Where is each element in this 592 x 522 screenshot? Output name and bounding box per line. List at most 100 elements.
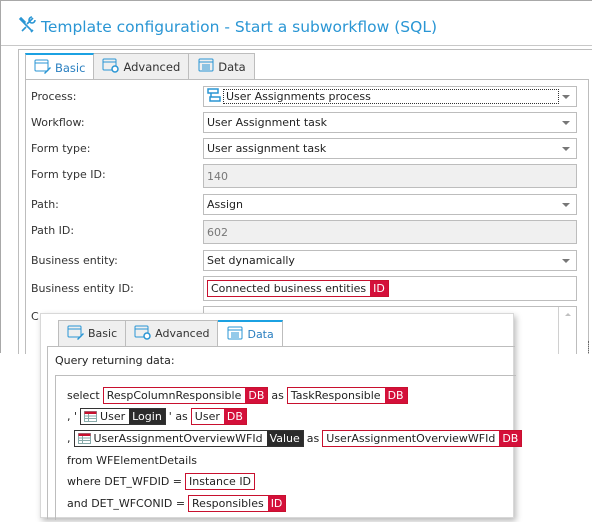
form-edit-icon — [67, 325, 85, 343]
form-type-select[interactable]: User assignment task — [203, 138, 577, 159]
tab-advanced[interactable]: Advanced — [126, 320, 219, 346]
tag-text: UserAssignmentOverviewWFId — [93, 431, 263, 445]
tab-basic[interactable]: Basic — [58, 320, 127, 346]
tab-advanced[interactable]: Advanced — [94, 53, 190, 79]
query-line-2: , ' User Login ' as User DB — [67, 407, 247, 425]
query-line-1: select RespColumnResponsible DB as TaskR… — [67, 386, 408, 404]
business-entity-id-field[interactable]: Connected business entities ID — [203, 276, 577, 301]
template-configuration-window: Template configuration - Start a subwork… — [0, 0, 592, 354]
business-entity-label: Business entity: — [31, 254, 118, 267]
tag-badge: Value — [266, 430, 303, 446]
tab-data[interactable]: Data — [218, 320, 283, 347]
form-type-id-field: 140 — [203, 164, 577, 188]
sql-text: and DET_WFCONID = — [67, 496, 186, 510]
variable-tag[interactable]: RespColumnResponsible DB — [102, 386, 269, 404]
form-type-id-label: Form type ID: — [31, 168, 106, 181]
tag-badge: DB — [223, 408, 246, 424]
query-line-5: where DET_WFDID = Instance ID — [67, 472, 256, 490]
chevron-down-icon[interactable] — [562, 121, 570, 125]
sql-text: , ' — [67, 409, 78, 423]
tab-basic[interactable]: Basic — [25, 53, 95, 80]
tab-label: Advanced — [123, 59, 181, 74]
tag-text: TaskResponsible — [290, 388, 381, 402]
business-entity-id-label: Business entity ID: — [31, 282, 134, 295]
workflow-value: User Assignment task — [207, 116, 327, 129]
popup-tab-bar: Basic Advanced Data — [58, 320, 283, 347]
tab-label: Basic — [55, 60, 86, 75]
tag-text: Responsibles — [192, 496, 264, 510]
sql-keyword: select — [67, 388, 100, 402]
form-field-tag[interactable]: UserAssignmentOverviewWFId Value — [73, 429, 304, 447]
path-select[interactable]: Assign — [203, 194, 577, 215]
path-id-value: 602 — [207, 225, 228, 239]
tag-text: User — [100, 409, 126, 423]
process-select[interactable]: User Assignments process — [203, 86, 577, 107]
chevron-down-icon[interactable] — [562, 259, 570, 263]
variable-tag[interactable]: User DB — [190, 407, 247, 425]
data-list-icon — [226, 326, 244, 344]
form-type-id-value: 140 — [207, 169, 228, 183]
variable-tag[interactable]: Responsibles ID — [188, 494, 287, 512]
tag-text: Connected business entities — [211, 282, 367, 295]
path-value: Assign — [207, 198, 243, 211]
sql-text: where DET_WFDID = — [67, 474, 183, 488]
sql-keyword: as — [271, 388, 284, 402]
business-entity-value: Set dynamically — [207, 254, 295, 267]
process-value: User Assignments process — [223, 89, 559, 104]
tag-text: UserAssignmentOverviewWFId — [326, 431, 496, 445]
tag-badge: DB — [499, 430, 522, 446]
back-tab-bar: Basic Advanced Data — [25, 53, 255, 80]
chevron-down-icon[interactable] — [562, 95, 570, 99]
sql-text: ' as — [168, 409, 188, 423]
tag-text: RespColumnResponsible — [106, 388, 242, 402]
scroll-up-icon[interactable] — [565, 313, 571, 316]
table-icon — [77, 432, 91, 444]
tab-label: Data — [247, 328, 274, 341]
workflow-label: Workflow: — [31, 116, 85, 129]
tag-badge: DB — [245, 387, 268, 403]
variable-tag[interactable]: Connected business entities ID — [207, 280, 389, 297]
sql-text: from WFElementDetails — [67, 453, 197, 467]
window-title-bar: Template configuration - Start a subwork… — [18, 15, 437, 39]
vertical-scrollbar[interactable] — [558, 307, 576, 354]
form-settings-icon — [134, 325, 152, 343]
resize-grip[interactable] — [588, 341, 589, 353]
data-tab-panel: Query returning data: select RespColumnR… — [47, 346, 523, 520]
title-divider — [1, 45, 592, 46]
variable-tag[interactable]: UserAssignmentOverviewWFId DB — [322, 429, 523, 447]
tools-icon — [18, 16, 36, 38]
query-line-3: , UserAssignmentOverviewWFId Value as Us… — [67, 429, 523, 447]
workflow-select[interactable]: User Assignment task — [203, 112, 577, 133]
tag-text: Instance ID — [189, 474, 252, 488]
form-field-tag[interactable]: User Login — [80, 407, 166, 425]
query-label: Query returning data: — [55, 354, 175, 367]
variable-tag[interactable]: TaskResponsible DB — [286, 386, 408, 404]
truncated-label: C — [31, 310, 39, 323]
form-type-label: Form type: — [31, 142, 91, 155]
sql-keyword: as — [306, 431, 320, 445]
tag-badge: ID — [370, 281, 388, 296]
table-icon — [84, 410, 98, 422]
chevron-down-icon[interactable] — [562, 147, 570, 151]
form-settings-icon — [102, 58, 120, 76]
tag-badge: ID — [267, 495, 286, 511]
path-label: Path: — [31, 198, 59, 211]
tab-label: Advanced — [155, 327, 210, 340]
data-tab-popup: Basic Advanced Data Query returning data… — [40, 313, 523, 520]
process-label: Process: — [31, 90, 77, 103]
query-editor[interactable]: select RespColumnResponsible DB as TaskR… — [55, 375, 523, 520]
path-id-label: Path ID: — [31, 224, 75, 237]
tab-label: Basic — [88, 327, 118, 340]
chevron-down-icon[interactable] — [562, 203, 570, 207]
form-edit-icon — [34, 59, 52, 77]
window-title: Template configuration - Start a subwork… — [41, 18, 437, 36]
variable-tag[interactable]: Instance ID — [185, 472, 256, 490]
tag-badge: DB — [384, 387, 407, 403]
path-id-field: 602 — [203, 220, 577, 244]
data-list-icon — [197, 58, 215, 76]
form-type-value: User assignment task — [207, 142, 327, 155]
tab-data[interactable]: Data — [189, 53, 255, 79]
business-entity-select[interactable]: Set dynamically — [203, 250, 577, 271]
tag-badge: Login — [129, 408, 165, 424]
sql-text: , — [67, 431, 71, 445]
